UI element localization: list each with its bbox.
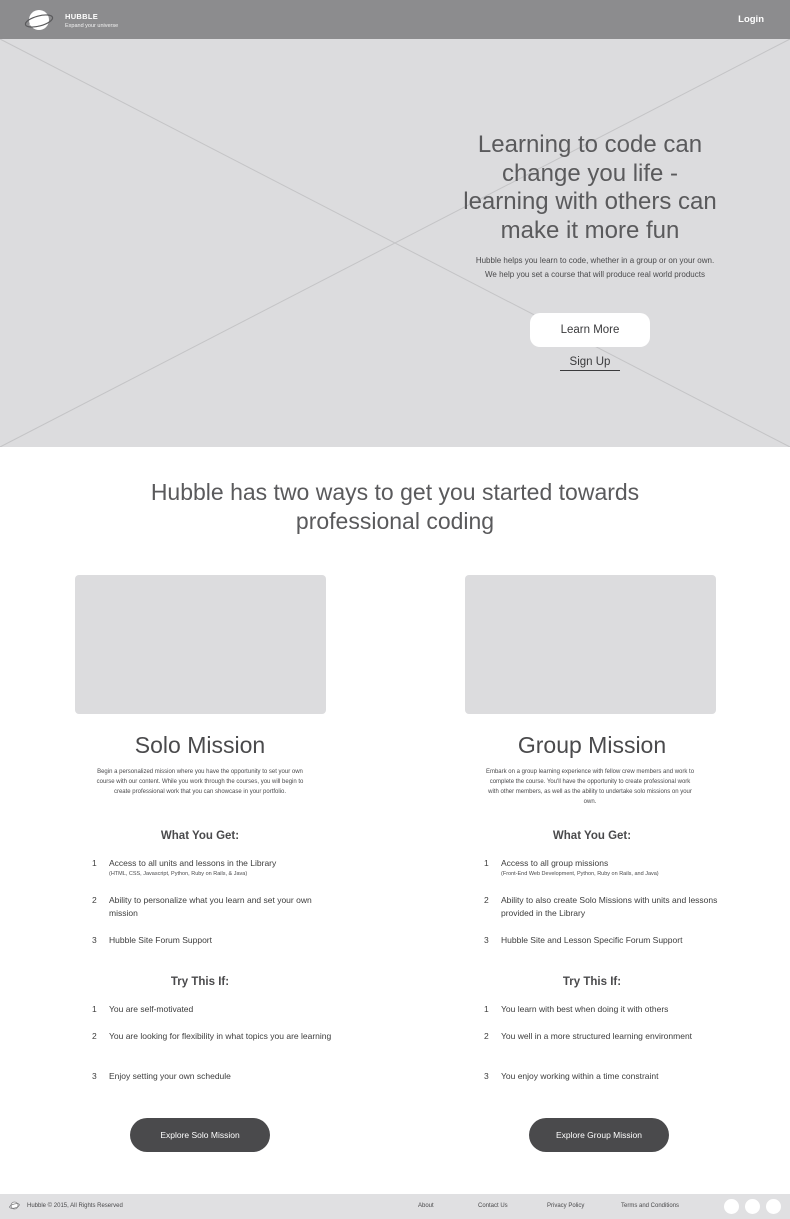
brand-name: HUBBLE — [65, 12, 99, 21]
group-try-this-if-heading: Try This If: — [562, 976, 622, 988]
list-item-text: You learn with best when doing it with o… — [501, 1004, 669, 1014]
list-item-number: 2 — [484, 1031, 489, 1041]
list-item-note: (HTML, CSS, Javascript, Python, Ruby on … — [109, 871, 248, 877]
list-item: 3 You enjoy working within a time constr… — [484, 1070, 724, 1083]
group-mission-title: Group Mission — [517, 732, 667, 758]
list-item-text: Hubble Site Forum Support — [109, 935, 212, 945]
list-item: 2 Ability to also create Solo Missions w… — [484, 894, 724, 920]
list-item-text: You are looking for flexibility in what … — [109, 1031, 332, 1041]
footer-link-privacy[interactable]: Privacy Policy — [547, 1203, 584, 1209]
list-item-text: You well in a more structured learning e… — [501, 1031, 693, 1041]
list-item-number: 1 — [484, 1004, 489, 1014]
list-item: 3 Hubble Site Forum Support — [92, 934, 332, 947]
list-item-text: You enjoy working within a time constrai… — [501, 1071, 659, 1081]
list-item-number: 2 — [92, 895, 97, 905]
list-item-number: 3 — [92, 935, 97, 945]
footer-copyright: Hubble © 2015, All Rights Reserved — [27, 1203, 123, 1209]
group-what-you-get-heading: What You Get: — [552, 830, 632, 842]
footer-link-about[interactable]: About — [418, 1203, 434, 1209]
list-item: 2 You well in a more structured learning… — [484, 1030, 724, 1043]
solo-try-this-if-heading: Try This If: — [170, 976, 230, 988]
solo-what-you-get-heading: What You Get: — [160, 830, 240, 842]
solo-mission-image-placeholder — [75, 575, 326, 714]
list-item-text: Hubble Site and Lesson Specific Forum Su… — [501, 935, 683, 945]
list-item: 3 Hubble Site and Lesson Specific Forum … — [484, 934, 724, 947]
list-item-text: Access to all group missions — [501, 858, 609, 868]
hero-title: Learning to code can change you life - l… — [463, 131, 717, 244]
list-item-text: Enjoy setting your own schedule — [109, 1071, 231, 1081]
list-item-number: 3 — [92, 1071, 97, 1081]
solo-mission-description: Begin a personalized mission where you h… — [96, 769, 304, 795]
social-icon[interactable] — [766, 1199, 781, 1214]
login-link[interactable]: Login — [738, 14, 764, 25]
list-item-number: 1 — [92, 1004, 97, 1014]
list-item: 1 Access to all group missions (Front-En… — [484, 857, 724, 879]
footer-link-contact[interactable]: Contact Us — [478, 1203, 508, 1209]
explore-solo-mission-button[interactable]: Explore Solo Mission — [130, 1118, 270, 1152]
list-item-text: Ability to also create Solo Missions wit… — [501, 895, 718, 918]
list-item: 2 Ability to personalize what you learn … — [92, 894, 332, 920]
page-footer: Hubble © 2015, All Rights Reserved About… — [0, 1194, 790, 1219]
top-nav-bar: HUBBLE Expand your universe Login — [0, 0, 790, 39]
planet-logo-icon — [9, 1201, 20, 1210]
footer-link-terms[interactable]: Terms and Conditions — [621, 1203, 679, 1209]
list-item: 2 You are looking for flexibility in wha… — [92, 1030, 332, 1043]
sign-up-link[interactable]: Sign Up — [560, 356, 620, 371]
hero-description: Hubble helps you learn to code, whether … — [475, 256, 715, 279]
group-mission-image-placeholder — [465, 575, 716, 714]
group-mission-description: Embark on a group learning experience wi… — [485, 769, 695, 805]
list-item: 1 Access to all units and lessons in the… — [92, 857, 332, 879]
section-heading: Hubble has two ways to get you started t… — [150, 479, 640, 534]
list-item-text: Ability to personalize what you learn an… — [109, 895, 312, 918]
list-item-number: 1 — [484, 858, 489, 868]
list-item-number: 2 — [92, 1031, 97, 1041]
learn-more-button[interactable]: Learn More — [530, 313, 650, 347]
social-icon[interactable] — [745, 1199, 760, 1214]
hero-banner: Learning to code can change you life - l… — [0, 39, 790, 447]
list-item: 1 You are self-motivated — [92, 1003, 332, 1016]
list-item: 3 Enjoy setting your own schedule — [92, 1070, 332, 1083]
solo-mission-title: Solo Mission — [134, 732, 266, 758]
explore-group-mission-button[interactable]: Explore Group Mission — [529, 1118, 669, 1152]
social-icon[interactable] — [724, 1199, 739, 1214]
planet-logo-icon[interactable] — [24, 6, 54, 34]
list-item-number: 1 — [92, 858, 97, 868]
list-item-text: Access to all units and lessons in the L… — [109, 858, 277, 868]
brand-tagline: Expand your universe — [65, 23, 119, 29]
list-item-number: 3 — [484, 935, 489, 945]
list-item-number: 3 — [484, 1071, 489, 1081]
list-item: 1 You learn with best when doing it with… — [484, 1003, 724, 1016]
list-item-note: (Front-End Web Development, Python, Ruby… — [501, 871, 659, 877]
list-item-text: You are self-motivated — [109, 1004, 194, 1014]
list-item-number: 2 — [484, 895, 489, 905]
